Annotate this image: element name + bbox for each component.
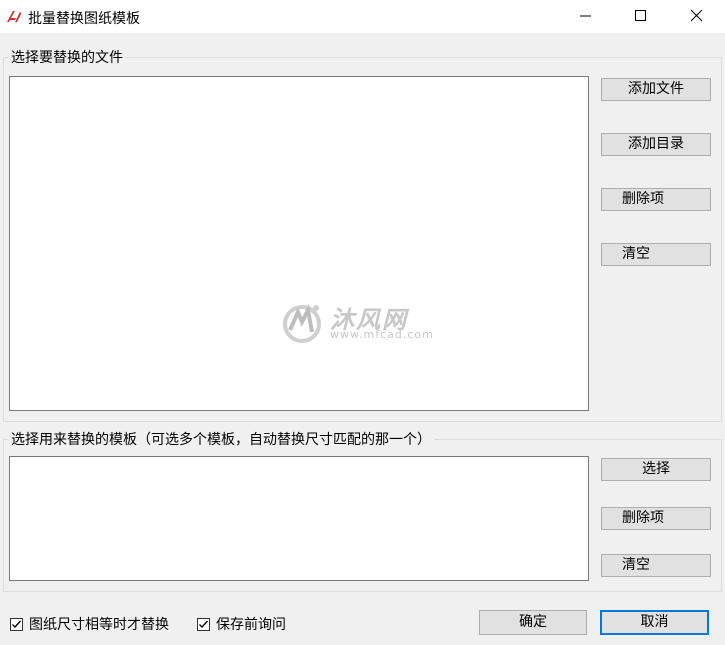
watermark: 沐风网 www.mfcad.com [282,300,452,344]
add-file-button[interactable]: 添加文件 [601,78,711,101]
delete-file-item-button[interactable]: 删除项 [601,188,711,211]
maximize-icon [635,10,646,21]
ok-button[interactable]: 确定 [479,610,587,635]
replace-equal-size-label: 图纸尺寸相等时才替换 [29,617,169,633]
templates-listbox[interactable] [9,456,589,581]
replace-equal-size-option[interactable]: 图纸尺寸相等时才替换 [10,614,169,634]
minimize-button[interactable] [563,0,609,33]
watermark-url: www.mfcad.com [330,328,434,341]
minimize-icon [580,15,591,17]
window-title: 批量替换图纸模板 [28,11,140,27]
checkmark-icon [199,620,208,628]
delete-template-item-button[interactable]: 删除项 [601,507,711,530]
close-icon [691,10,703,22]
ask-before-save-label: 保存前询问 [216,617,286,633]
clear-files-button[interactable]: 清空 [601,243,711,266]
title-bar: 批量替换图纸模板 [0,0,725,33]
app-logo-icon [6,9,22,23]
close-button[interactable] [674,0,720,33]
maximize-button[interactable] [618,0,664,33]
select-template-button[interactable]: 选择 [601,458,711,481]
add-directory-button[interactable]: 添加目录 [601,133,711,156]
files-listbox[interactable] [9,76,589,411]
cancel-button[interactable]: 取消 [600,610,709,635]
ask-before-save-option[interactable]: 保存前询问 [197,614,286,634]
ask-before-save-checkbox[interactable] [197,617,210,631]
replace-equal-size-checkbox[interactable] [10,617,23,631]
templates-group-label: 选择用来替换的模板（可选多个模板，自动替换尺寸匹配的那一个） [8,429,434,449]
watermark-logo-icon [283,303,321,343]
clear-templates-button[interactable]: 清空 [601,554,711,577]
checkmark-icon [12,620,21,628]
files-group-label: 选择要替换的文件 [8,47,126,67]
